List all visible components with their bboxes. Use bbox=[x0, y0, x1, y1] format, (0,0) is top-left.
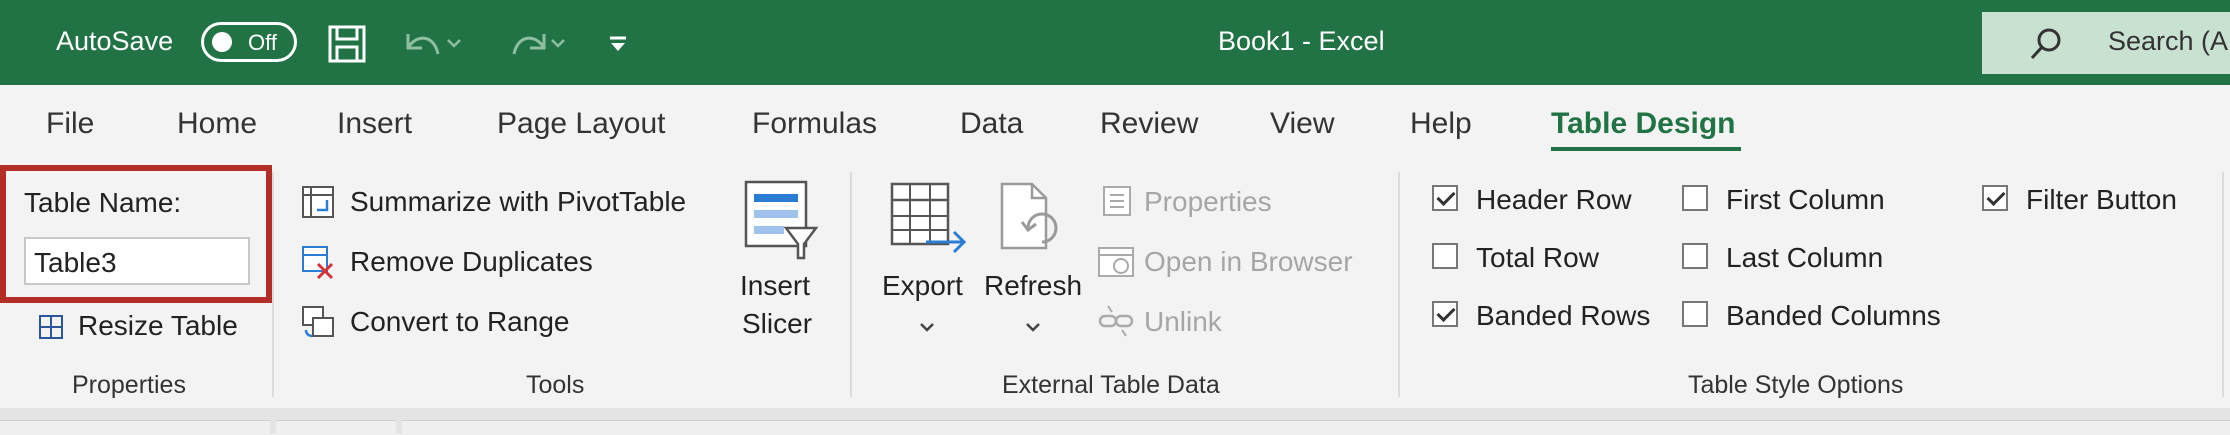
autosave-toggle[interactable]: Off bbox=[201, 22, 297, 62]
group-label-properties: Properties bbox=[72, 371, 186, 399]
ribbon-tabs: File Home Insert Page Layout Formulas Da… bbox=[0, 85, 2230, 155]
formula-bar-segment bbox=[276, 420, 396, 435]
tab-file[interactable]: File bbox=[46, 107, 94, 141]
search-icon bbox=[2030, 28, 2061, 60]
tab-help[interactable]: Help bbox=[1410, 107, 1472, 141]
chevron-down-icon bbox=[1026, 323, 1040, 332]
refresh-label: Refresh bbox=[984, 270, 1083, 301]
search-box[interactable]: Search (A bbox=[1982, 12, 2230, 74]
properties-icon bbox=[1103, 186, 1131, 216]
refresh-icon bbox=[1000, 182, 1058, 250]
last-column-label: Last Column bbox=[1726, 242, 1884, 273]
pivottable-icon bbox=[302, 186, 334, 218]
group-label-tools: Tools bbox=[526, 371, 585, 399]
last-column-checkbox[interactable] bbox=[1682, 243, 1708, 269]
slicer-icon bbox=[744, 180, 819, 260]
summarize-pivottable-button[interactable]: Summarize with PivotTable bbox=[350, 186, 686, 218]
resize-table-button[interactable]: Resize Table bbox=[78, 310, 238, 342]
refresh-button[interactable]: Refresh bbox=[984, 178, 1084, 338]
insert-slicer-line1: Insert bbox=[740, 270, 811, 301]
active-tab-indicator bbox=[1551, 147, 1741, 151]
toggle-knob bbox=[212, 32, 232, 52]
search-label: Search (A bbox=[2108, 26, 2229, 56]
export-label: Export bbox=[882, 270, 963, 301]
formula-bar-segment bbox=[402, 420, 2230, 435]
autosave-label: AutoSave bbox=[56, 26, 174, 56]
tab-review[interactable]: Review bbox=[1100, 107, 1198, 141]
tab-formulas[interactable]: Formulas bbox=[752, 107, 877, 141]
group-label-table-style-options: Table Style Options bbox=[1688, 371, 1904, 399]
unlink-icon bbox=[1098, 305, 1134, 337]
insert-slicer-button[interactable]: Insert Slicer bbox=[738, 178, 828, 339]
banded-rows-checkbox[interactable] bbox=[1432, 301, 1458, 327]
header-row-label: Header Row bbox=[1476, 184, 1632, 215]
autosave-state: Off bbox=[248, 30, 277, 55]
tab-view[interactable]: View bbox=[1270, 107, 1334, 141]
remove-duplicates-icon bbox=[302, 246, 334, 280]
chevron-down-icon bbox=[920, 323, 934, 332]
table-name-label: Table Name: bbox=[24, 187, 182, 218]
insert-slicer-line2: Slicer bbox=[742, 308, 813, 339]
group-separator bbox=[2222, 172, 2224, 397]
total-row-checkbox[interactable] bbox=[1432, 243, 1458, 269]
banded-rows-label: Banded Rows bbox=[1476, 300, 1651, 331]
customize-toolbar-icon[interactable] bbox=[606, 32, 630, 56]
convert-to-range-icon bbox=[302, 306, 334, 338]
title-bar: AutoSave Off Book1 - Excel Search (A bbox=[0, 0, 2230, 85]
open-in-browser-button[interactable]: Open in Browser bbox=[1144, 246, 1353, 278]
window-title: Book1 - Excel bbox=[1218, 26, 1385, 56]
first-column-checkbox[interactable] bbox=[1682, 185, 1708, 211]
first-column-label: First Column bbox=[1726, 184, 1885, 215]
resize-table-icon bbox=[39, 315, 63, 339]
undo-icon[interactable] bbox=[402, 26, 462, 62]
tab-page-layout[interactable]: Page Layout bbox=[497, 107, 665, 141]
unlink-button[interactable]: Unlink bbox=[1144, 306, 1222, 338]
export-icon bbox=[890, 182, 967, 254]
table-name-value: Table3 bbox=[34, 247, 117, 278]
group-separator bbox=[272, 172, 274, 397]
open-in-browser-icon bbox=[1098, 247, 1134, 277]
tab-home[interactable]: Home bbox=[177, 107, 257, 141]
header-row-checkbox[interactable] bbox=[1432, 185, 1458, 211]
table-name-input[interactable]: Table3 bbox=[24, 237, 250, 285]
remove-duplicates-button[interactable]: Remove Duplicates bbox=[350, 246, 593, 278]
banded-columns-checkbox[interactable] bbox=[1682, 301, 1708, 327]
filter-button-label: Filter Button bbox=[2026, 184, 2177, 215]
filter-button-checkbox[interactable] bbox=[1982, 185, 2008, 211]
group-separator bbox=[850, 172, 852, 397]
tab-table-design[interactable]: Table Design bbox=[1551, 107, 1735, 141]
tab-data[interactable]: Data bbox=[960, 107, 1023, 141]
banded-columns-label: Banded Columns bbox=[1726, 300, 1941, 331]
total-row-label: Total Row bbox=[1476, 242, 1599, 273]
export-button[interactable]: Export bbox=[878, 178, 978, 338]
redo-icon[interactable] bbox=[510, 26, 570, 62]
group-separator bbox=[1398, 172, 1400, 397]
properties-button[interactable]: Properties bbox=[1144, 186, 1272, 218]
tab-insert[interactable]: Insert bbox=[337, 107, 412, 141]
group-label-external-table-data: External Table Data bbox=[1002, 371, 1220, 399]
save-icon[interactable] bbox=[327, 24, 367, 64]
convert-to-range-button[interactable]: Convert to Range bbox=[350, 306, 569, 338]
formula-bar-segment bbox=[0, 420, 270, 435]
ribbon-bottom-edge bbox=[0, 408, 2230, 435]
